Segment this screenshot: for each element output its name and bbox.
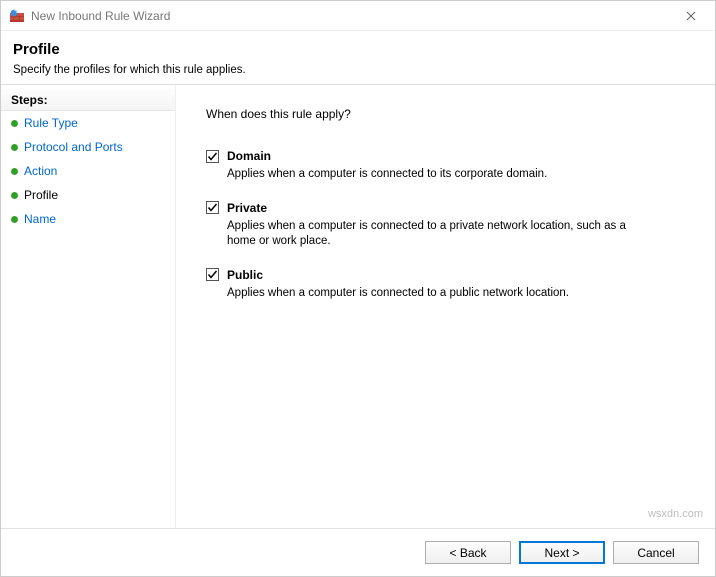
step-protocol-and-ports[interactable]: Protocol and Ports [1, 135, 175, 159]
page-title: Profile [13, 41, 703, 58]
back-button[interactable]: < Back [425, 541, 511, 564]
private-label: Private [227, 201, 267, 215]
public-description: Applies when a computer is connected to … [227, 286, 657, 302]
step-profile[interactable]: Profile [1, 183, 175, 207]
prompt-text: When does this rule apply? [206, 107, 685, 121]
domain-label: Domain [227, 149, 271, 163]
step-label: Protocol and Ports [24, 140, 123, 154]
firewall-icon [9, 8, 25, 24]
step-name[interactable]: Name [1, 207, 175, 231]
option-public: Public Applies when a computer is connec… [206, 268, 685, 302]
close-button[interactable] [675, 1, 707, 30]
wizard-footer: < Back Next > Cancel [1, 528, 715, 576]
step-action[interactable]: Action [1, 159, 175, 183]
step-label: Action [24, 164, 57, 178]
step-label: Name [24, 212, 56, 226]
wizard-header: Profile Specify the profiles for which t… [1, 31, 715, 84]
next-button[interactable]: Next > [519, 541, 605, 564]
step-bullet-icon [11, 192, 18, 199]
page-subtitle: Specify the profiles for which this rule… [13, 64, 703, 76]
wizard-body: Steps: Rule Type Protocol and Ports Acti… [1, 85, 715, 528]
private-checkbox[interactable] [206, 201, 219, 214]
window-title: New Inbound Rule Wizard [31, 9, 170, 23]
checkmark-icon [207, 202, 218, 213]
step-rule-type[interactable]: Rule Type [1, 111, 175, 135]
close-icon [686, 11, 696, 21]
public-checkbox[interactable] [206, 268, 219, 281]
step-label: Rule Type [24, 116, 78, 130]
step-bullet-icon [11, 144, 18, 151]
step-bullet-icon [11, 168, 18, 175]
public-label: Public [227, 268, 263, 282]
option-domain: Domain Applies when a computer is connec… [206, 149, 685, 183]
step-bullet-icon [11, 216, 18, 223]
checkmark-icon [207, 151, 218, 162]
cancel-button[interactable]: Cancel [613, 541, 699, 564]
option-private: Private Applies when a computer is conne… [206, 201, 685, 250]
steps-heading: Steps: [1, 89, 175, 111]
step-label: Profile [24, 188, 58, 202]
step-bullet-icon [11, 120, 18, 127]
private-description: Applies when a computer is connected to … [227, 219, 657, 250]
steps-sidebar: Steps: Rule Type Protocol and Ports Acti… [1, 85, 176, 528]
domain-checkbox[interactable] [206, 150, 219, 163]
title-bar: New Inbound Rule Wizard [1, 1, 715, 31]
checkmark-icon [207, 269, 218, 280]
main-panel: When does this rule apply? Domain Applie… [176, 85, 715, 528]
domain-description: Applies when a computer is connected to … [227, 167, 657, 183]
